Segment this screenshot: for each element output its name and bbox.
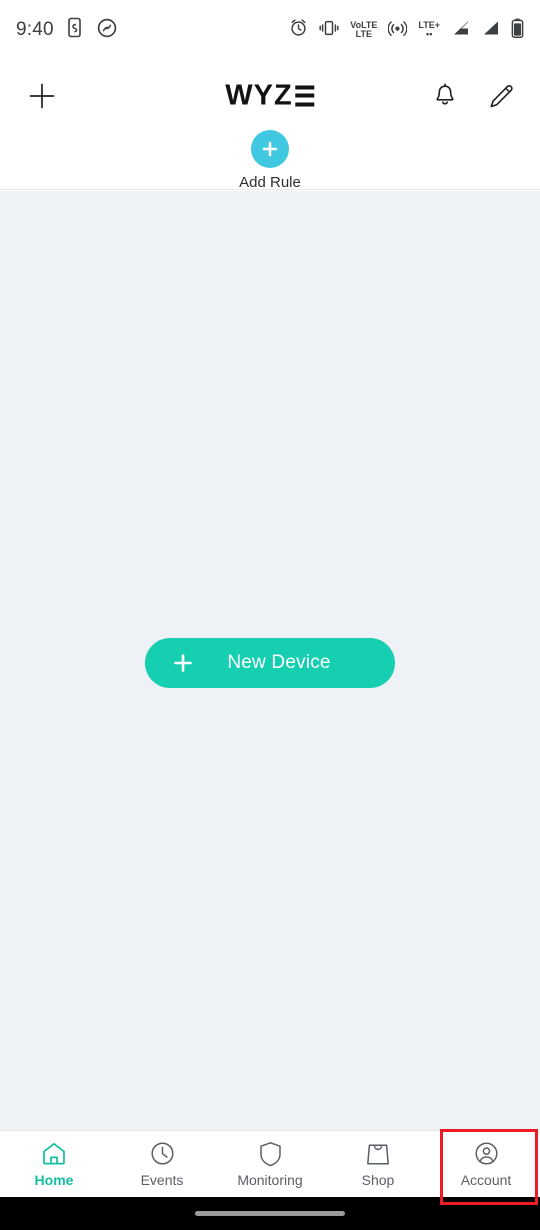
shazam-icon [97,18,117,43]
battery-icon [511,18,524,43]
vibrate-icon [319,19,339,42]
nav-item-home[interactable]: Home [0,1131,108,1197]
volte-icon: VoLTE LTE [350,21,377,39]
plus-icon [161,652,205,674]
wyze-logo-e-glyph [295,85,315,106]
nav-label-home: Home [34,1171,74,1188]
nav-item-account[interactable]: Account [432,1131,540,1197]
plus-icon [262,141,278,157]
new-device-button-label: New Device [227,652,331,673]
main-content-area: New Device [0,191,540,1130]
lte-plus-icon: LTE+ •• [418,21,440,39]
status-bar-left: 9:40 [16,17,117,43]
volte-label-bottom: LTE [355,29,372,39]
gesture-handle[interactable] [195,1211,345,1216]
app-header-row: WYZ [0,60,540,132]
status-bar-clock: 9:40 [16,19,54,40]
user-circle-icon [474,1141,499,1167]
status-bar-right: VoLTE LTE LTE+ •• [289,18,524,43]
lte-dots: •• [426,29,433,39]
add-device-button[interactable] [22,76,62,116]
phone-screen: 9:40 VoLTE LTE LTE+ •• WYZ Add Rule New … [0,0,540,1230]
hotspot-icon [387,18,408,42]
nav-label-monitoring: Monitoring [237,1171,303,1188]
edit-pencil-icon[interactable] [484,79,518,113]
clock-icon [150,1141,175,1167]
home-icon [41,1141,67,1167]
notification-bell-icon[interactable] [428,79,462,113]
nav-item-shop[interactable]: Shop [324,1131,432,1197]
signal-bars-2-icon [481,19,500,42]
add-rule-button[interactable]: Add Rule [0,130,540,191]
nav-item-events[interactable]: Events [108,1131,216,1197]
alarm-icon [289,18,308,42]
new-device-button[interactable]: New Device [145,638,395,688]
nav-label-events: Events [140,1171,184,1188]
nav-label-account: Account [460,1171,512,1188]
add-rule-label: Add Rule [239,174,301,191]
wyze-logo: WYZ [225,79,315,112]
nav-item-monitoring[interactable]: Monitoring [216,1131,324,1197]
status-bar: 9:40 VoLTE LTE LTE+ •• [0,0,540,60]
system-gesture-bar [0,1197,540,1230]
shield-icon [259,1141,282,1167]
shopping-bag-icon [366,1141,390,1167]
wyze-logo-text: WYZ [225,79,293,112]
add-rule-circle-icon[interactable] [251,130,289,168]
app-header-actions [428,79,518,113]
bottom-navigation-bar: Home Events Monitoring Shop Account [0,1130,540,1197]
signal-bars-icon [451,19,470,42]
app-header: WYZ Add Rule [0,60,540,191]
nav-label-shop: Shop [361,1171,395,1188]
screen-record-icon [66,17,85,43]
